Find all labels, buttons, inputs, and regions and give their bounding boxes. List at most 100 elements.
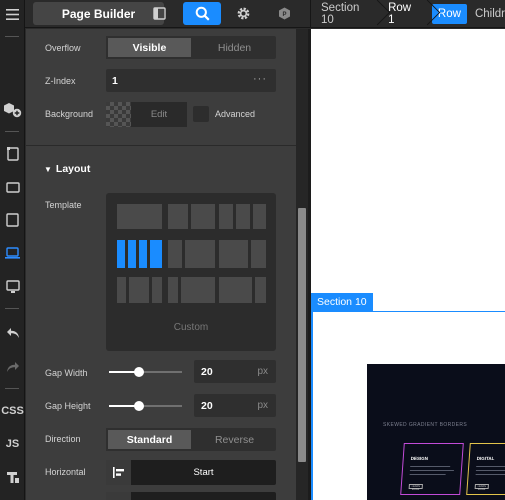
slider-handle[interactable] — [134, 401, 144, 411]
mobile-landscape-icon[interactable] — [0, 175, 25, 199]
template-option[interactable] — [219, 240, 248, 268]
gap-width-slider[interactable] — [109, 367, 182, 377]
layout-section-header[interactable]: ▼ Layout — [44, 163, 90, 175]
template-option[interactable] — [253, 204, 266, 229]
section-label-chip[interactable]: Section 10 — [311, 293, 373, 311]
gap-height-value: 20 — [201, 400, 213, 412]
slider-handle[interactable] — [134, 367, 144, 377]
gap-width-label: Gap Width — [45, 368, 88, 378]
horizontal-select[interactable]: Start — [106, 460, 276, 485]
section-outline — [311, 311, 313, 500]
template-option[interactable] — [152, 277, 162, 303]
template-picker: Custom — [106, 193, 276, 351]
direction-standard-option[interactable]: Standard — [106, 428, 193, 451]
advanced-checkbox[interactable] — [193, 106, 209, 122]
template-option[interactable] — [168, 204, 188, 229]
menu-icon[interactable] — [0, 2, 25, 26]
template-option-selected[interactable] — [139, 240, 147, 268]
redo-icon[interactable] — [0, 355, 25, 379]
horizontal-label: Horizontal — [45, 467, 86, 477]
template-option[interactable] — [191, 204, 215, 229]
section-preview[interactable]: SKEWED GRADIENT BORDERS DESIGN LEARN MOR… — [367, 364, 505, 500]
preview-card-button: LEARN MORE — [408, 484, 423, 491]
rail-divider — [5, 308, 19, 309]
template-option[interactable] — [181, 277, 215, 303]
left-rail: CSS JS — [0, 0, 25, 500]
gap-width-unit[interactable]: px — [257, 366, 268, 377]
top-toolbar: Page Builder P Section 10 Row 1 Row Chil… — [25, 0, 505, 28]
preview-card-text — [475, 474, 505, 475]
gear-icon[interactable] — [230, 2, 256, 25]
direction-toggle: Standard Reverse — [106, 428, 276, 451]
template-option[interactable] — [185, 240, 215, 268]
desktop-icon[interactable] — [0, 275, 25, 299]
gap-height-input[interactable]: 20 px — [194, 394, 276, 417]
overflow-label: Overflow — [45, 43, 81, 53]
gap-height-unit[interactable]: px — [257, 400, 268, 411]
gap-width-input[interactable]: 20 px — [194, 360, 276, 383]
template-option[interactable] — [219, 204, 233, 229]
add-element-icon[interactable] — [0, 98, 25, 122]
gap-height-label: Gap Height — [45, 401, 91, 411]
z-index-input[interactable]: 1 ··· — [106, 69, 276, 92]
preview-card-text — [410, 466, 451, 467]
vertical-select[interactable] — [106, 492, 276, 500]
breadcrumb-separator — [420, 0, 428, 28]
template-custom-option[interactable]: Custom — [106, 322, 276, 333]
template-option[interactable] — [168, 277, 178, 303]
gap-width-value: 20 — [201, 366, 213, 378]
css-button[interactable]: CSS — [0, 399, 25, 423]
template-option[interactable] — [219, 277, 252, 303]
template-option-selected[interactable] — [150, 240, 162, 268]
preview-card-title: DIGITAL — [476, 456, 495, 461]
page-builder-app: CSS JS Page Builder P Section 10 Row 1 R… — [0, 0, 505, 500]
section-outline — [311, 311, 505, 312]
search-icon[interactable] — [183, 2, 221, 25]
js-button[interactable]: JS — [0, 432, 25, 456]
page-canvas[interactable]: Section 10 SKEWED GRADIENT BORDERS DESIG… — [311, 29, 505, 500]
direction-reverse-option[interactable]: Reverse — [193, 428, 276, 451]
layout-title: Layout — [55, 163, 91, 175]
preview-card-text — [475, 470, 505, 471]
gap-height-slider[interactable] — [109, 401, 182, 411]
template-option-selected[interactable] — [128, 240, 136, 268]
template-option[interactable] — [168, 240, 182, 268]
template-option[interactable] — [236, 204, 250, 229]
preview-card-digital: DIGITAL LEARN MORE — [466, 443, 505, 495]
breadcrumb-row[interactable]: Row 1 — [378, 0, 420, 28]
breadcrumb-children[interactable]: Childr — [475, 8, 505, 20]
template-option[interactable] — [117, 204, 162, 229]
panel-toggle-icon[interactable] — [146, 2, 172, 25]
template-option[interactable] — [117, 277, 126, 303]
background-edit-button[interactable]: Edit — [131, 102, 187, 127]
background-swatch[interactable] — [106, 102, 131, 127]
preview-card-text — [409, 474, 446, 475]
template-option[interactable] — [251, 240, 266, 268]
overflow-toggle: Visible Hidden — [106, 36, 276, 59]
mobile-portrait-icon[interactable] — [0, 142, 25, 166]
align-start-icon — [106, 460, 131, 485]
rail-divider — [5, 36, 19, 37]
advanced-label: Advanced — [215, 109, 256, 119]
template-option-selected[interactable] — [117, 240, 125, 268]
preview-heading: SKEWED GRADIENT BORDERS — [383, 422, 468, 428]
z-index-label: Z-Index — [45, 76, 76, 86]
page-builder-button[interactable]: Page Builder — [33, 2, 164, 25]
overflow-visible-option[interactable]: Visible — [106, 36, 193, 59]
more-options-icon[interactable]: ··· — [253, 73, 267, 85]
typography-icon[interactable] — [0, 465, 25, 489]
template-label: Template — [45, 200, 82, 210]
overflow-hidden-option[interactable]: Hidden — [193, 36, 276, 59]
caret-down-icon: ▼ — [44, 165, 52, 174]
template-option[interactable] — [255, 277, 266, 303]
pinegrow-logo-icon[interactable]: P — [271, 2, 297, 25]
rail-divider — [5, 388, 19, 389]
breadcrumb-section[interactable]: Section 10 — [311, 0, 370, 28]
svg-text:P: P — [282, 12, 286, 18]
tablet-icon[interactable] — [0, 208, 25, 232]
template-option[interactable] — [129, 277, 149, 303]
panel-scrollbar-thumb[interactable] — [298, 208, 306, 462]
preview-card-text — [476, 466, 505, 467]
undo-icon[interactable] — [0, 321, 25, 345]
laptop-icon[interactable] — [0, 241, 25, 265]
